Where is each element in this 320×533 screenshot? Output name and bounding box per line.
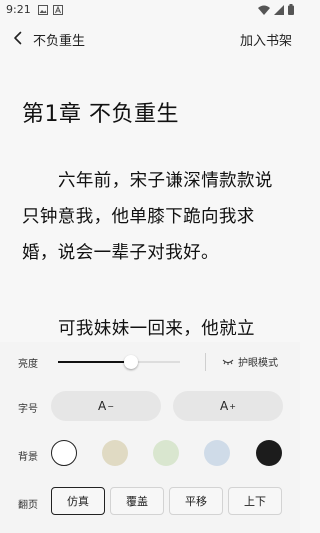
background-swatch-beige[interactable] [102, 440, 128, 466]
background-swatch-white[interactable] [51, 440, 77, 466]
page-turn-option-scroll[interactable]: 上下 [228, 487, 282, 515]
chapter-title: 第1章 不负重生 [22, 102, 179, 127]
signal-icon [274, 4, 284, 15]
page-turn-option-slide[interactable]: 平移 [169, 487, 223, 515]
page-turn-option-cover[interactable]: 覆盖 [110, 487, 164, 515]
book-title: 不负重生 [33, 34, 86, 49]
increase-font-button[interactable]: A + [173, 391, 283, 421]
increase-font-sign: + [229, 401, 236, 411]
background-label: 背景 [18, 452, 38, 463]
font-size-label: 字号 [18, 404, 38, 415]
status-bar: 9:21 [0, 0, 300, 22]
background-swatch-green[interactable] [153, 440, 179, 466]
add-to-shelf-button[interactable]: 加入书架 [240, 30, 292, 49]
brightness-slider-fill [58, 361, 132, 363]
app-notification-icon [53, 5, 63, 15]
divider [205, 353, 206, 371]
decrease-font-button[interactable]: A − [51, 391, 161, 421]
page-turn-option-simulation[interactable]: 仿真 [51, 487, 105, 515]
status-time: 9:21 [6, 3, 31, 16]
background-swatch-black[interactable] [256, 440, 282, 466]
eye-mode-label: 护眼模式 [238, 358, 278, 369]
increase-font-glyph: A [220, 399, 229, 413]
decrease-font-sign: − [107, 401, 114, 411]
paragraph: 六年前，宋子谦深情款款说只钟意我，他单膝下跪向我求婚，说会一辈子对我好。 [22, 171, 273, 263]
decrease-font-glyph: A [98, 399, 107, 413]
gallery-notification-icon [38, 5, 48, 15]
wifi-icon [258, 5, 270, 15]
top-bar: 不负重生 加入书架 [0, 24, 300, 54]
status-indicators [258, 4, 294, 15]
brightness-slider[interactable] [58, 355, 180, 369]
eye-closed-icon [222, 359, 234, 365]
background-swatch-blue[interactable] [204, 440, 230, 466]
page-turn-label: 翻页 [18, 500, 38, 511]
brightness-label: 亮度 [18, 359, 38, 370]
battery-icon [288, 4, 294, 15]
back-arrow-icon[interactable] [10, 30, 26, 46]
eye-protection-toggle[interactable]: 护眼模式 [222, 354, 278, 369]
